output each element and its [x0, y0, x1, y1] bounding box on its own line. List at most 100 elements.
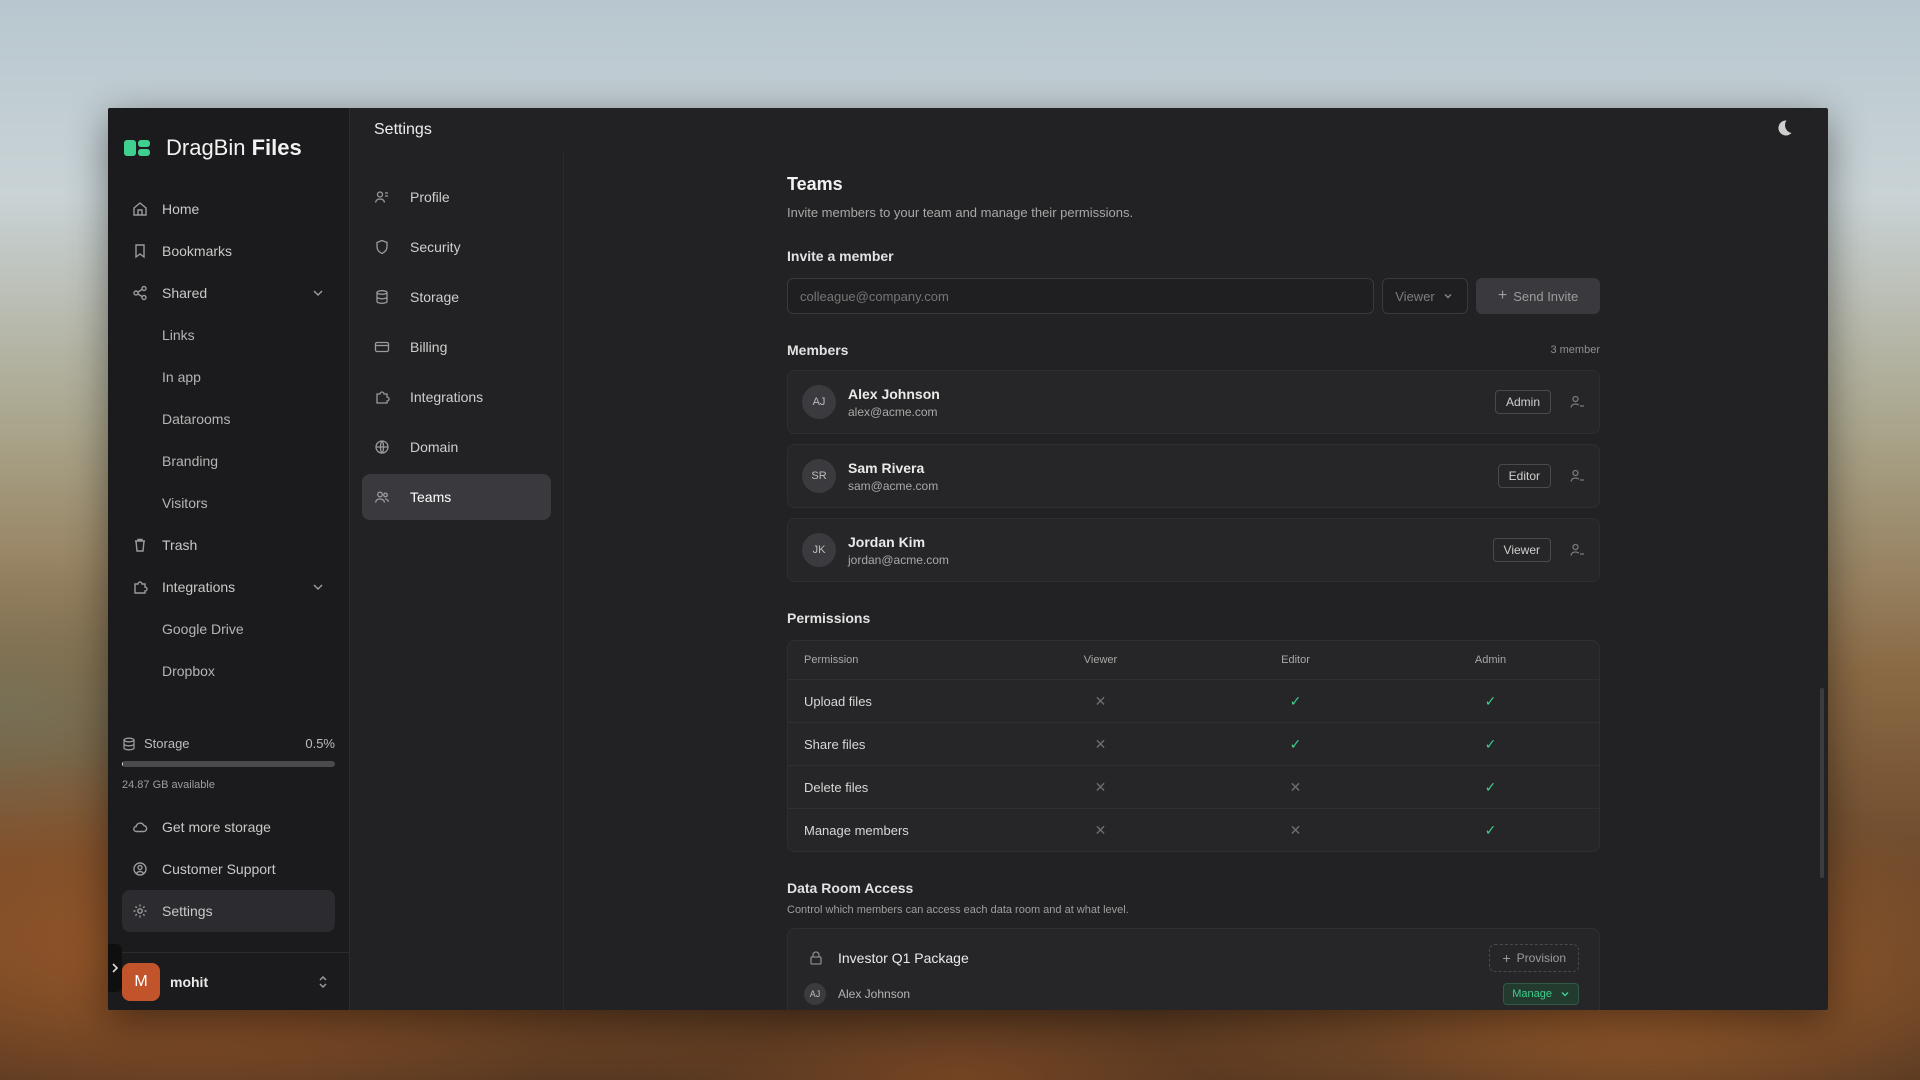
avatar: JK: [802, 533, 836, 567]
cross-icon: ✕: [1094, 778, 1107, 795]
settings-tab-teams[interactable]: Teams: [362, 474, 551, 520]
sidebar-item-customer-support[interactable]: Customer Support: [122, 848, 335, 890]
remove-user-icon[interactable]: [1569, 394, 1585, 410]
members-label: Members: [787, 342, 849, 358]
settings-tab-storage[interactable]: Storage: [362, 274, 551, 320]
database-icon: [374, 289, 390, 305]
check-icon: ✓: [1289, 692, 1302, 709]
member-row: SR Sam Rivera sam@acme.com Editor: [787, 444, 1600, 508]
sidebar-item-trash[interactable]: Trash: [122, 524, 335, 566]
sidebar-bottom-nav: Get more storage Customer Support Settin…: [122, 806, 335, 932]
member-role-button[interactable]: Admin: [1494, 390, 1551, 414]
database-icon: [123, 737, 135, 750]
invite-label: Invite a member: [787, 248, 894, 264]
brand-logo-icon: [124, 138, 152, 158]
gear-icon: [132, 903, 148, 919]
storage-label: Storage: [144, 736, 190, 751]
avatar: M: [122, 962, 160, 1001]
chevron-down-icon: [1561, 992, 1569, 997]
member-role-button[interactable]: Viewer: [1492, 538, 1551, 562]
lock-icon: [810, 951, 822, 965]
cross-icon: ✕: [1289, 778, 1302, 795]
invite-email-input[interactable]: [787, 278, 1375, 314]
cross-icon: ✕: [1094, 821, 1107, 838]
settings-tab-security[interactable]: Security: [362, 224, 551, 270]
permission-row: Upload files ✕ ✓ ✓: [788, 679, 1599, 722]
moon-icon[interactable]: [1774, 118, 1794, 138]
card-icon: [374, 339, 390, 355]
cross-icon: ✕: [1094, 692, 1107, 709]
settings-tab-billing[interactable]: Billing: [362, 324, 551, 370]
storage-meter: Storage 0.5% 24.87 GB available: [122, 736, 335, 791]
globe-icon: [374, 439, 390, 455]
share-icon: [132, 285, 148, 301]
app-sidebar: DragBin Files Home Bookmarks Shared Link…: [108, 108, 350, 1010]
avatar: AJ: [804, 983, 826, 1005]
permission-name: Delete files: [804, 779, 869, 795]
settings-nav: Profile Security Storage Billing Integra…: [350, 152, 564, 1010]
members-list: AJ Alex Johnson alex@acme.com Admin SR S…: [787, 370, 1600, 582]
trash-icon: [132, 537, 148, 553]
avatar: SR: [802, 459, 836, 493]
chevron-down-icon[interactable]: [311, 286, 325, 300]
storage-progress-fill: [122, 761, 124, 767]
settings-tab-integrations[interactable]: Integrations: [362, 374, 551, 420]
user-menu[interactable]: M mohit: [108, 952, 349, 1010]
shield-icon: [374, 239, 390, 255]
data-room-name: Investor Q1 Package: [838, 950, 969, 966]
column-header: Admin: [1474, 654, 1507, 666]
remove-user-icon[interactable]: [1569, 468, 1585, 484]
chevron-down-icon[interactable]: [311, 580, 325, 594]
avatar: AJ: [802, 385, 836, 419]
member-role-button[interactable]: Editor: [1497, 464, 1551, 488]
sidebar-item-integrations[interactable]: Integrations: [122, 566, 335, 608]
sidebar-item-home[interactable]: Home: [122, 188, 335, 230]
member-name: Alex Johnson: [848, 385, 940, 402]
home-icon: [132, 201, 148, 217]
settings-tab-profile[interactable]: Profile: [362, 174, 551, 220]
member-email: alex@acme.com: [848, 404, 938, 419]
sidebar-item-get-more-storage[interactable]: Get more storage: [122, 806, 335, 848]
sidebar-item-in-app[interactable]: In app: [122, 356, 335, 398]
support-icon: [132, 861, 148, 877]
sidebar-item-datarooms[interactable]: Datarooms: [122, 398, 335, 440]
invite-form: Viewer + Send Invite: [787, 278, 1600, 314]
content-scrollbar[interactable]: [1820, 688, 1824, 878]
main-area: Settings Profile Security Storage Billin…: [350, 108, 1828, 1010]
sidebar-item-bookmarks[interactable]: Bookmarks: [122, 230, 335, 272]
invite-role-select[interactable]: Viewer: [1382, 278, 1469, 314]
permissions-table: Permission Viewer Editor Admin Upload fi…: [787, 640, 1600, 852]
settings-tab-domain[interactable]: Domain: [362, 424, 551, 470]
check-icon: ✓: [1484, 735, 1497, 752]
storage-percent: 0.5%: [305, 736, 335, 751]
manage-access-button[interactable]: Manage: [1503, 983, 1579, 1005]
page-title: Settings: [374, 121, 432, 138]
sidebar-expand-toggle[interactable]: [108, 944, 122, 992]
brand-title: DragBin Files: [166, 135, 302, 160]
teams-settings: Teams Invite members to your team and ma…: [787, 152, 1600, 1010]
sidebar-item-settings[interactable]: Settings: [122, 890, 335, 932]
brand[interactable]: DragBin Files: [122, 108, 335, 188]
member-email: sam@acme.com: [848, 478, 939, 493]
member-name: Jordan Kim: [848, 533, 926, 550]
users-icon: [374, 489, 390, 505]
provision-button[interactable]: + Provision: [1489, 944, 1579, 972]
plus-icon: +: [1502, 950, 1511, 966]
permission-name: Share files: [804, 736, 866, 752]
section-title: Teams: [787, 174, 843, 194]
permission-row: Manage members ✕ ✕ ✓: [788, 808, 1599, 851]
permissions-label: Permissions: [787, 610, 871, 626]
sidebar-item-links[interactable]: Links: [122, 314, 335, 356]
data-room-member-row: AJ Alex Johnson Manage: [804, 983, 1579, 1005]
app-window: DragBin Files Home Bookmarks Shared Link…: [108, 108, 1828, 1010]
send-invite-button[interactable]: + Send Invite: [1476, 278, 1600, 314]
sidebar-item-dropbox[interactable]: Dropbox: [122, 650, 335, 692]
sidebar-item-shared[interactable]: Shared: [122, 272, 335, 314]
sidebar-item-google-drive[interactable]: Google Drive: [122, 608, 335, 650]
data-room-description: Control which members can access each da…: [787, 904, 1129, 916]
remove-user-icon[interactable]: [1569, 542, 1585, 558]
column-header: Permission: [804, 654, 859, 666]
sidebar-item-branding[interactable]: Branding: [122, 440, 335, 482]
chevron-right-icon: [112, 963, 119, 973]
sidebar-item-visitors[interactable]: Visitors: [122, 482, 335, 524]
